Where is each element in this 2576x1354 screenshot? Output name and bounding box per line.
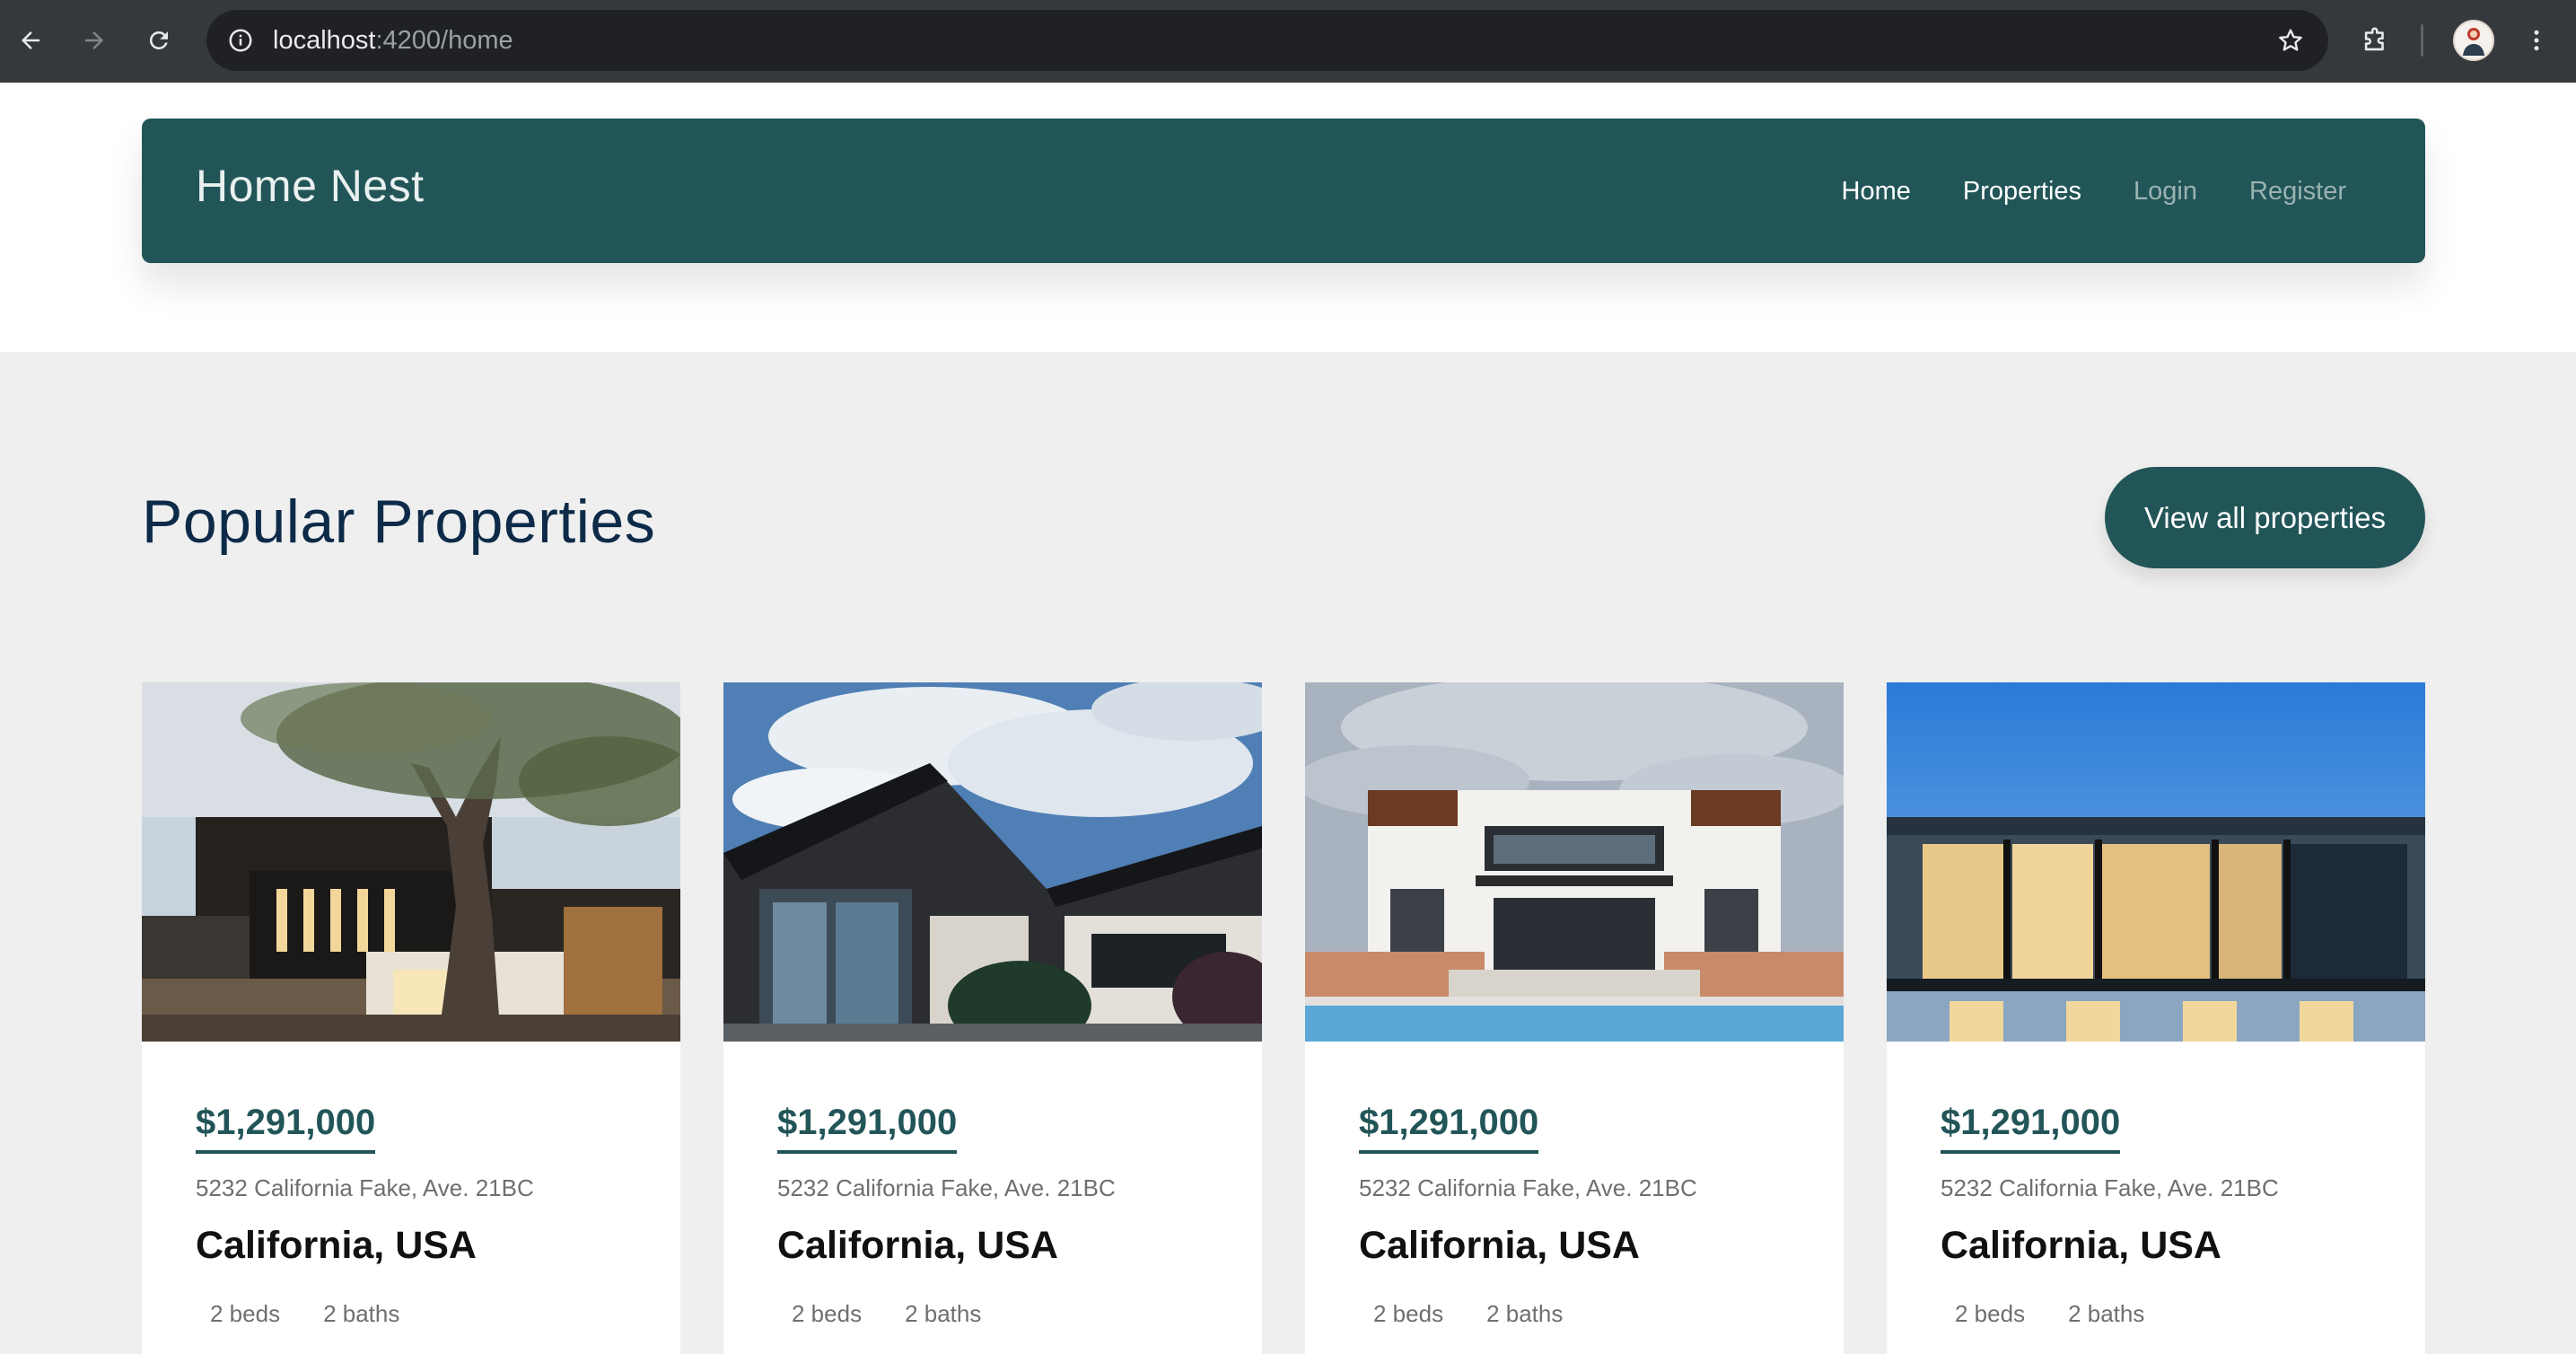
popular-properties-section: Popular Properties View all properties $… [0, 352, 2576, 1354]
property-card[interactable]: $1,291,000 5232 California Fake, Ave. 21… [1887, 682, 2425, 1354]
nav-link-register[interactable]: Register [2249, 176, 2346, 207]
brand-logo[interactable]: Home Nest [196, 119, 425, 253]
property-image[interactable] [1305, 682, 1844, 1042]
back-arrow-icon[interactable] [4, 14, 57, 66]
property-card[interactable]: $1,291,000 5232 California Fake, Ave. 21… [723, 682, 1262, 1354]
property-image[interactable] [723, 682, 1262, 1042]
property-baths: 2 baths [2068, 1300, 2145, 1327]
address-bar[interactable]: localhost:4200/home [206, 10, 2328, 71]
property-price: $1,291,000 [196, 1103, 376, 1154]
property-address: 5232 California Fake, Ave. 21BC [196, 1174, 534, 1201]
property-baths: 2 baths [905, 1300, 982, 1327]
property-price: $1,291,000 [1359, 1103, 1539, 1154]
navbar: Home Nest Home Properties Login Register [142, 119, 2425, 263]
property-address: 5232 California Fake, Ave. 21BC [1359, 1174, 1697, 1201]
forward-arrow-icon[interactable] [68, 14, 120, 66]
section-title: Popular Properties [142, 488, 656, 556]
property-location: California, USA [777, 1224, 1058, 1267]
property-baths: 2 baths [1486, 1300, 1564, 1327]
property-image[interactable] [1887, 682, 2425, 1042]
property-beds: 2 beds [1955, 1300, 2026, 1327]
toolbar-divider [2421, 24, 2423, 57]
property-specs: 2 beds 2 baths [792, 1300, 981, 1328]
property-card[interactable]: $1,291,000 5232 California Fake, Ave. 21… [1305, 682, 1844, 1354]
nav-link-properties[interactable]: Properties [1963, 176, 2081, 207]
property-beds: 2 beds [210, 1300, 281, 1327]
bookmark-star-icon[interactable] [2271, 21, 2310, 60]
reload-icon[interactable] [133, 14, 185, 66]
property-image[interactable] [142, 682, 680, 1042]
nav-links: Home Properties Login Register [1842, 119, 2347, 263]
property-location: California, USA [1941, 1224, 2221, 1267]
url-text[interactable]: localhost:4200/home [273, 10, 513, 71]
more-vert-icon[interactable] [2510, 14, 2563, 66]
property-specs: 2 beds 2 baths [1955, 1300, 2144, 1328]
extensions-puzzle-icon[interactable] [2349, 14, 2401, 66]
property-beds: 2 beds [792, 1300, 863, 1327]
url-path: :4200/home [375, 26, 513, 55]
profile-avatar[interactable] [2453, 20, 2494, 61]
property-price: $1,291,000 [777, 1103, 958, 1154]
property-location: California, USA [196, 1224, 477, 1267]
property-beds: 2 beds [1373, 1300, 1444, 1327]
property-address: 5232 California Fake, Ave. 21BC [777, 1174, 1116, 1201]
property-card[interactable]: $1,291,000 5232 California Fake, Ave. 21… [142, 682, 680, 1354]
property-address: 5232 California Fake, Ave. 21BC [1941, 1174, 2279, 1201]
site-info-icon[interactable] [221, 21, 260, 60]
url-host: localhost [273, 26, 376, 55]
property-location: California, USA [1359, 1224, 1640, 1267]
header: Home Nest Home Properties Login Register [0, 83, 2576, 352]
property-card-list: $1,291,000 5232 California Fake, Ave. 21… [142, 682, 2425, 1354]
property-specs: 2 beds 2 baths [210, 1300, 399, 1328]
view-all-properties-button[interactable]: View all properties [2105, 467, 2425, 568]
nav-link-login[interactable]: Login [2134, 176, 2197, 207]
nav-link-home[interactable]: Home [1842, 176, 1911, 207]
property-price: $1,291,000 [1941, 1103, 2121, 1154]
property-baths: 2 baths [323, 1300, 400, 1327]
browser-toolbar: localhost:4200/home [0, 0, 2576, 83]
property-specs: 2 beds 2 baths [1373, 1300, 1563, 1328]
